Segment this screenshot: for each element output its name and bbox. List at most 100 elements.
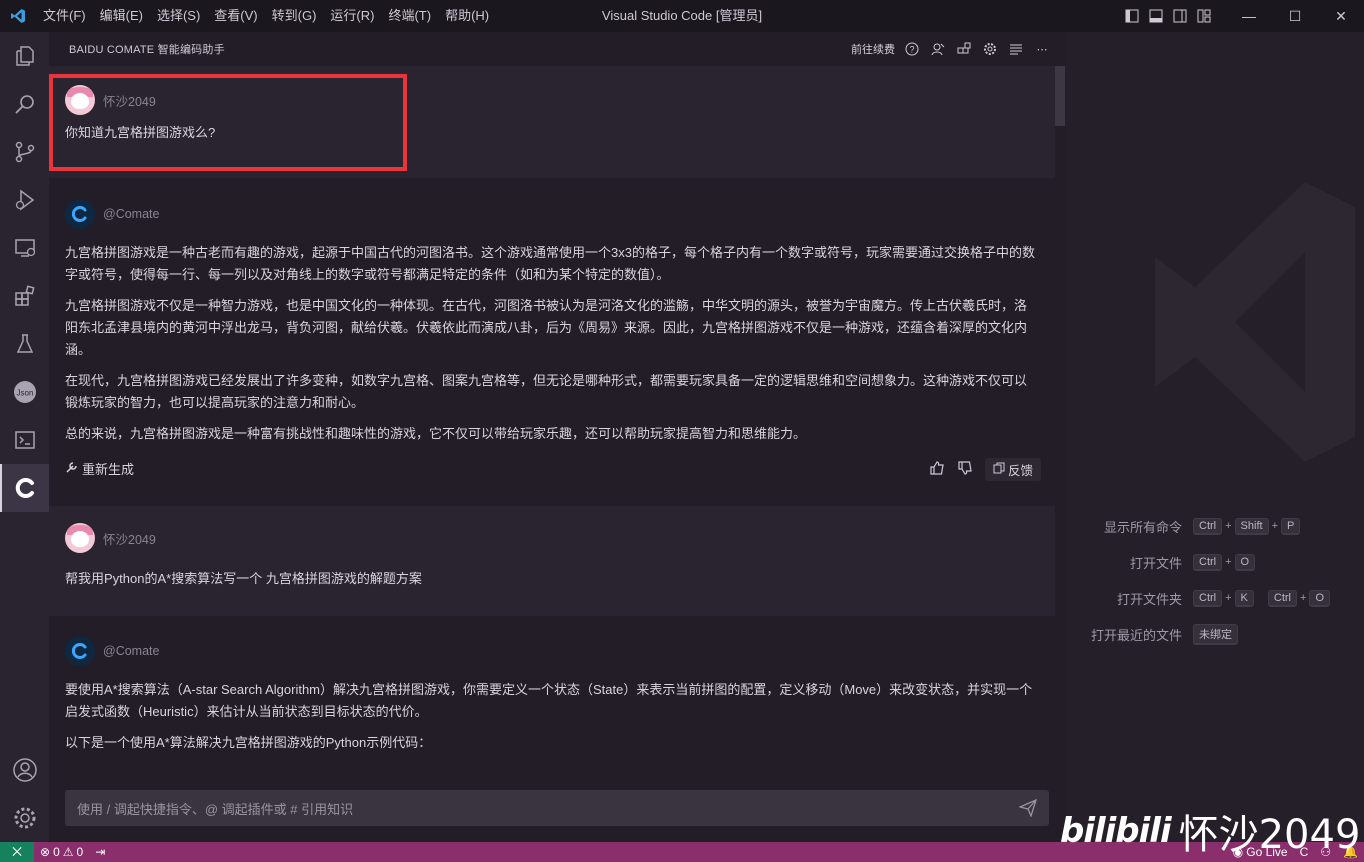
watermark-user: 怀沙2049 [1178, 812, 1361, 858]
go-renew-link[interactable]: 前往续费 [851, 41, 895, 57]
menu-bar: 文件(F) 编辑(E) 选择(S) 查看(V) 转到(G) 运行(R) 终端(T… [36, 0, 496, 32]
assistant-message: @Comate 九宫格拼图游戏是一种古老而有趣的游戏，起源于中国古代的河图洛书。… [49, 198, 1055, 454]
shortcut-row: 打开文件 Ctrl + O [1065, 544, 1364, 580]
bilibili-logo: bilibili [1060, 811, 1172, 851]
vscode-watermark-icon [1155, 182, 1355, 467]
copy-icon [993, 462, 1005, 477]
toggle-secondary-sidebar-icon[interactable] [1168, 0, 1192, 32]
shortcut-label: 显示所有命令 [1103, 519, 1182, 535]
shortcut-row: 打开最近的文件 未绑定 [1065, 616, 1364, 652]
help-icon[interactable]: ? [903, 40, 921, 58]
maximize-button[interactable]: ☐ [1272, 0, 1318, 32]
comate-icon[interactable] [0, 464, 49, 512]
key-cap: P [1281, 517, 1301, 535]
customize-layout-icon[interactable] [1192, 0, 1216, 32]
user-feedback-icon[interactable] [929, 40, 947, 58]
shortcut-label: 打开最近的文件 [1090, 627, 1182, 643]
chat-input-placeholder: 使用 / 调起快捷指令、@ 调起插件或 # 引用知识 [77, 801, 354, 817]
assistant-name: @Comate [103, 207, 160, 221]
minimize-button[interactable]: — [1226, 0, 1272, 32]
feedback-button[interactable]: 反馈 [984, 458, 1041, 481]
key-cap: O [1234, 553, 1256, 571]
shortcut-label: 打开文件夹 [1116, 591, 1182, 607]
key-cap: Shift [1234, 517, 1269, 535]
toggle-sidebar-icon[interactable] [1120, 0, 1144, 32]
extensions-icon[interactable] [0, 272, 49, 320]
source-control-icon[interactable] [0, 128, 49, 176]
thumbs-up-icon[interactable] [929, 460, 945, 479]
problems-indicator[interactable]: ⊗ 0 ⚠ 0 [34, 845, 89, 859]
regenerate-button[interactable]: 重新生成 [65, 459, 134, 478]
activity-bar: Json [0, 32, 49, 842]
key-cap: Ctrl [1193, 553, 1223, 571]
key-cap: 未绑定 [1193, 623, 1238, 645]
chat-scrollbar[interactable] [1055, 66, 1065, 126]
thumbs-down-icon[interactable] [957, 460, 973, 479]
user-avatar [65, 523, 95, 553]
accounts-icon[interactable] [0, 746, 49, 794]
menu-help[interactable]: 帮助(H) [438, 0, 496, 32]
assistant-message: @Comate 要使用A*搜索算法（A-star Search Algorith… [49, 635, 1055, 763]
user-name: 怀沙2049 [103, 532, 156, 547]
plugins-icon[interactable] [955, 40, 973, 58]
key-cap: Ctrl [1193, 517, 1223, 535]
error-icon: ⊗ [40, 845, 51, 859]
editor-welcome-area: 显示所有命令 Ctrl + Shift + P 打开文件 Ctrl + O 打开文件夹… [1065, 32, 1364, 842]
svg-text:?: ? [909, 45, 914, 55]
chat-input[interactable]: 使用 / 调起快捷指令、@ 调起插件或 # 引用知识 [65, 790, 1049, 826]
regenerate-label: 重新生成 [82, 462, 135, 477]
assistant-name: @Comate [103, 644, 160, 658]
menu-terminal[interactable]: 终端(T) [381, 0, 438, 32]
menu-view[interactable]: 查看(V) [207, 0, 264, 32]
menu-selection[interactable]: 选择(S) [150, 0, 207, 32]
wrench-icon [65, 461, 78, 477]
run-debug-icon[interactable] [0, 176, 49, 224]
warning-count: 0 [76, 845, 84, 859]
user-message: 怀沙2049 帮我用Python的A*搜索算法写一个 九宫格拼图游戏的解题方案 [49, 506, 1055, 616]
user-message-text: 帮我用Python的A*搜索算法写一个 九宫格拼图游戏的解题方案 [65, 571, 422, 586]
answer-paragraph: 九宫格拼图游戏不仅是一种智力游戏，也是中国文化的一种体现。在古代，河图洛书被认为… [65, 298, 1028, 357]
key-cap: K [1234, 589, 1254, 607]
assistant-message-body: 九宫格拼图游戏是一种古老而有趣的游戏，起源于中国古代的河图洛书。这个游戏通常使用… [49, 242, 1055, 445]
remote-indicator-icon[interactable]: ⨉ [0, 842, 34, 862]
error-count: 0 [53, 845, 60, 859]
answer-paragraph: 总的来说，九宫格拼图游戏是一种富有挑战性和趣味性的游戏，它不仅可以带给玩家乐趣，… [65, 426, 807, 441]
highlight-box [49, 74, 407, 171]
bilibili-watermark: bilibili 怀沙2049 [1060, 800, 1360, 862]
panel-settings-icon[interactable] [981, 40, 999, 58]
shortcut-row: 显示所有命令 Ctrl + Shift + P [1065, 508, 1364, 544]
terminal-icon[interactable] [0, 416, 49, 464]
key-cap: Ctrl [1267, 589, 1297, 607]
comate-panel: BAIDU COMATE 智能编码助手 前往续费 ? ⋯ 怀沙2049 你知道九… [49, 32, 1065, 842]
remote-explorer-icon[interactable] [0, 224, 49, 272]
toggle-panel-icon[interactable] [1144, 0, 1168, 32]
menu-go[interactable]: 转到(G) [265, 0, 324, 32]
more-actions-icon[interactable]: ⋯ [1033, 40, 1051, 58]
search-icon[interactable] [0, 80, 49, 128]
debug-launch-icon[interactable]: ⇥ [89, 845, 111, 859]
shortcut-row: 打开文件夹 Ctrl + K Ctrl + O [1065, 580, 1364, 616]
menu-file[interactable]: 文件(F) [36, 0, 93, 32]
vscode-logo-icon[interactable] [0, 0, 36, 32]
send-icon[interactable] [1017, 798, 1038, 820]
answer-paragraph: 在现代，九宫格拼图游戏已经发展出了许多变种，如数字九宫格、图案九宫格等，但无论是… [65, 373, 1028, 410]
shortcut-label: 打开文件 [1129, 555, 1182, 571]
history-list-icon[interactable] [1007, 40, 1025, 58]
assistant-message-body: 要使用A*搜索算法（A-star Search Algorithm）解决九宫格拼… [49, 679, 1055, 754]
close-button[interactable]: ✕ [1318, 0, 1364, 32]
explorer-icon[interactable] [0, 32, 49, 80]
comate-avatar-icon [65, 199, 95, 229]
json-icon[interactable]: Json [0, 368, 49, 416]
settings-gear-icon[interactable] [0, 794, 49, 842]
testing-flask-icon[interactable] [0, 320, 49, 368]
key-cap: O [1309, 589, 1330, 607]
title-bar: 文件(F) 编辑(E) 选择(S) 查看(V) 转到(G) 运行(R) 终端(T… [0, 0, 1364, 32]
menu-edit[interactable]: 编辑(E) [93, 0, 150, 32]
answer-paragraph: 要使用A*搜索算法（A-star Search Algorithm）解决九宫格拼… [65, 682, 1033, 719]
feedback-label: 反馈 [1007, 464, 1033, 478]
svg-text:Json: Json [16, 389, 33, 398]
answer-paragraph: 九宫格拼图游戏是一种古老而有趣的游戏，起源于中国古代的河图洛书。这个游戏通常使用… [65, 245, 1035, 282]
menu-run[interactable]: 运行(R) [323, 0, 381, 32]
comate-avatar-icon [65, 636, 95, 666]
warning-icon: ⚠ [62, 845, 74, 859]
